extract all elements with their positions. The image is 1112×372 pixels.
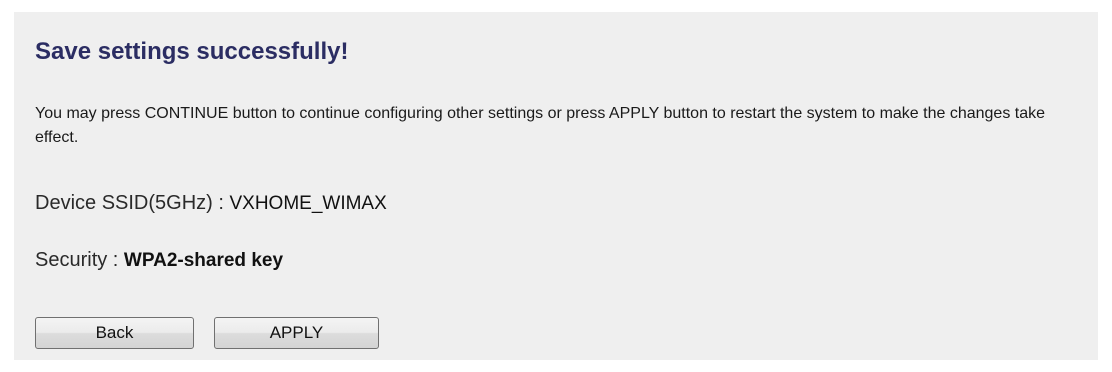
security-label: Security : [35,249,124,271]
ssid-label: Device SSID(5GHz) : [35,192,230,214]
ssid-value: VXHOME_WIMAX [229,193,387,214]
security-value: WPA2-shared key [123,250,284,271]
page-title: Save settings successfully! [35,38,349,65]
settings-saved-panel: Save settings successfully! You may pres… [14,12,1098,360]
instruction-message: You may press CONTINUE button to continu… [35,105,1046,146]
security-row: Security : WPA2-shared key [35,249,283,272]
back-button[interactable]: Back [35,317,194,349]
ssid-row: Device SSID(5GHz) : VXHOME_WIMAX [35,192,387,215]
apply-button[interactable]: APPLY [214,317,379,349]
